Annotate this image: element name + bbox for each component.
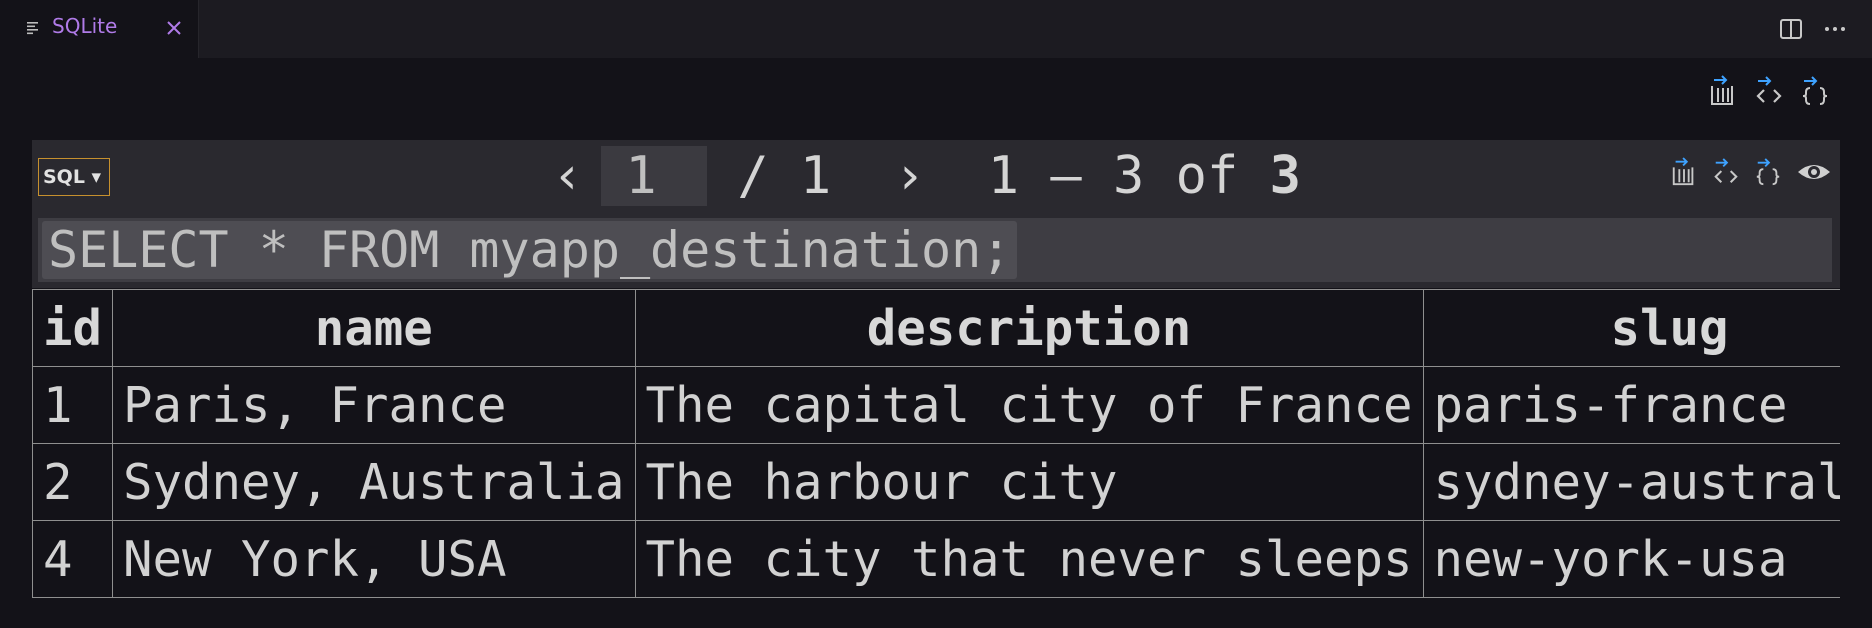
row-range: 1 – 3 of [987,146,1239,206]
column-header-id[interactable]: id [32,289,114,367]
code-icon[interactable] [1754,74,1784,108]
results-grid: id name description slug 1 Paris, France… [32,289,1840,606]
close-icon[interactable] [162,16,186,40]
cell-description[interactable]: The capital city of France [634,366,1424,444]
column-header-name[interactable]: name [112,289,636,367]
query-text[interactable]: SELECT * FROM myapp_destination; [42,221,1018,279]
page-count: / 1 [737,146,832,206]
cell-slug[interactable]: sydney-australia [1422,443,1840,521]
table-row[interactable]: 1 Paris, France The capital city of Fran… [32,366,1840,444]
query-editor[interactable]: SELECT * FROM myapp_destination; [38,218,1832,282]
json-icon[interactable] [1800,74,1830,108]
cell-description[interactable]: The city that never sleeps [634,520,1424,598]
cell-name[interactable]: Paris, France [112,366,636,444]
cell-id[interactable]: 2 [32,443,114,521]
row-total: 3 [1269,146,1301,206]
json-icon[interactable] [1754,156,1782,188]
eye-icon[interactable] [1796,156,1832,188]
table-row[interactable]: 2 Sydney, Australia The harbour city syd… [32,443,1840,521]
cell-id[interactable]: 1 [32,366,114,444]
results-table: id name description slug 1 Paris, France… [32,289,1840,598]
export-icon[interactable] [1670,156,1698,188]
pager: ‹ 1 / 1 › 1 – 3 of 3 [552,146,1301,206]
prev-page-button[interactable]: ‹ [552,146,583,206]
table-row[interactable]: 4 New York, USA The city that never slee… [32,520,1840,598]
code-icon[interactable] [1712,156,1740,188]
cell-id[interactable]: 4 [32,520,114,598]
tab-sqlite[interactable]: SQLite [0,0,199,58]
cell-name[interactable]: New York, USA [112,520,636,598]
header-row: id name description slug [32,289,1840,367]
split-editor-icon[interactable] [1778,16,1804,42]
more-icon[interactable] [1822,16,1848,42]
list-icon [27,22,38,35]
result-toolbar [1708,74,1830,108]
tab-bar: SQLite [0,0,1872,58]
cell-slug[interactable]: new-york-usa [1422,520,1840,598]
next-page-button[interactable]: › [894,146,925,206]
column-header-slug[interactable]: slug [1422,289,1840,367]
panel-toolbar [1670,156,1832,188]
column-header-description[interactable]: description [634,289,1424,367]
tab-label: SQLite [52,14,118,38]
cell-description[interactable]: The harbour city [634,443,1424,521]
cell-slug[interactable]: paris-france [1422,366,1840,444]
query-panel: SQL ▾ ‹ 1 / 1 › 1 – 3 of 3 SELECT * FROM… [32,140,1840,288]
language-dropdown[interactable]: SQL ▾ [38,158,110,196]
export-icon[interactable] [1708,74,1738,108]
cell-name[interactable]: Sydney, Australia [112,443,636,521]
page-input[interactable]: 1 [601,146,708,206]
